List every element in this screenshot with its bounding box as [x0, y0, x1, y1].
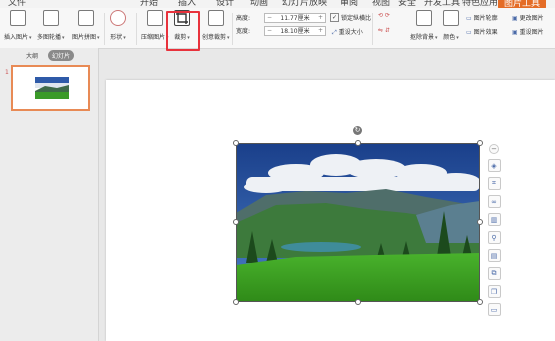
resize-handle-mr[interactable] — [477, 219, 483, 225]
outline-label: 图片轮廓 — [473, 15, 498, 22]
compress-button[interactable]: 压缩图片 — [141, 10, 169, 41]
effects-label: 图片效果 — [473, 29, 498, 36]
reset-image-label: 重设图片 — [519, 29, 544, 36]
image-collage-label: 图片拼图 — [72, 32, 100, 41]
layers-icon[interactable]: ◈ — [487, 159, 501, 172]
slide-thumbnail[interactable] — [11, 65, 90, 111]
remove-bg-button[interactable]: 抠除背景 — [410, 10, 438, 41]
comment-icon[interactable]: ▭ — [487, 303, 501, 316]
menu-picture-tools[interactable]: 图片工具 — [498, 0, 547, 8]
reset-image-icon: ▣ — [512, 29, 518, 36]
effects-icon: ▭ — [466, 29, 472, 36]
width-row: 宽度: −18.10厘米 + — [236, 25, 326, 36]
creative-crop-button[interactable]: 创意裁剪 — [202, 10, 230, 41]
duplicate-icon[interactable]: ❐ — [487, 285, 501, 298]
creative-crop-icon — [207, 10, 224, 26]
menu-view[interactable]: 视图 — [372, 0, 390, 8]
lock-ratio-label: 锁定纵横比 — [341, 15, 372, 22]
shape-label: 形状 — [110, 32, 126, 41]
height-value: 11.77厘米 — [280, 15, 310, 22]
reset-size-label: 重设大小 — [338, 29, 363, 36]
menu-bar: 文件 开始 插入 设计 动画 幻灯片放映 审阅 视图 安全 开发工具 特色应用 … — [0, 0, 555, 8]
menu-review[interactable]: 审阅 — [340, 0, 358, 8]
menu-security[interactable]: 安全 — [398, 0, 416, 8]
crop-highlight-box — [166, 11, 200, 51]
remove-bg-icon — [415, 10, 432, 26]
lock-ratio-checkbox[interactable]: ✓ 锁定纵横比 — [330, 13, 371, 22]
resize-handle-bc[interactable] — [355, 299, 361, 305]
menu-slideshow[interactable]: 幻灯片放映 — [282, 0, 327, 8]
width-value: 18.10厘米 — [280, 28, 310, 35]
change-image-button[interactable]: ▣ 更改图片 — [512, 13, 544, 22]
width-label: 宽度: — [236, 28, 251, 35]
effects-button[interactable]: ▭ 图片效果 — [466, 27, 498, 36]
reset-size-button[interactable]: ⤢ 重设大小 — [332, 27, 363, 37]
copy-icon[interactable]: ⧉ — [487, 267, 501, 280]
carousel-icon — [42, 10, 59, 26]
multi-image-button[interactable]: 多图轮播 — [37, 10, 65, 41]
collage-icon — [77, 10, 94, 26]
menu-insert[interactable]: 插入 — [178, 0, 196, 8]
image-frame-icon[interactable]: ▤ — [487, 249, 501, 262]
slide-photo[interactable] — [236, 143, 480, 302]
change-image-label: 更改图片 — [519, 15, 544, 22]
resize-handle-tc[interactable] — [355, 140, 361, 146]
color-label: 颜色 — [443, 32, 459, 41]
divider — [372, 13, 373, 45]
outline-icon: ▭ — [466, 15, 472, 22]
menu-devtools[interactable]: 开发工具 — [424, 0, 460, 8]
menu-file[interactable]: 文件 — [8, 0, 26, 8]
image-icon — [9, 10, 26, 26]
crop-tool-icon[interactable]: ⌗ — [487, 177, 501, 190]
creative-crop-label: 创意裁剪 — [202, 32, 230, 41]
rotate-handle-icon[interactable]: ↻ — [353, 126, 362, 135]
resize-handle-tr[interactable] — [477, 140, 483, 146]
reset-size-icon: ⤢ — [332, 29, 337, 36]
collapse-icon[interactable]: − — [489, 144, 499, 154]
insert-image-button[interactable]: 插入图片 — [4, 10, 32, 41]
zoom-icon[interactable]: ⚲ — [487, 231, 501, 244]
floating-toolbar: − ◈ ⌗ ∞ ▥ ⚲ ▤ ⧉ ❐ ▭ — [486, 144, 502, 316]
checkmark-icon: ✓ — [330, 13, 339, 22]
shape-icon — [110, 10, 126, 26]
change-image-icon: ▣ — [512, 15, 518, 22]
image-collage-button[interactable]: 图片拼图 — [72, 10, 100, 41]
menu-home[interactable]: 开始 — [140, 0, 158, 8]
height-row: 高度: −11.77厘米 + — [236, 12, 326, 23]
menu-design[interactable]: 设计 — [216, 0, 234, 8]
compress-icon — [146, 10, 163, 26]
flip-icons[interactable]: ⇋ ⇵ — [378, 27, 390, 34]
divider — [232, 13, 233, 45]
resize-handle-tl[interactable] — [233, 140, 239, 146]
insert-image-label: 插入图片 — [4, 32, 32, 41]
multi-image-label: 多图轮播 — [37, 32, 65, 41]
color-button[interactable]: 颜色 — [443, 10, 459, 41]
ribbon: 插入图片 多图轮播 图片拼图 形状 压缩图片 裁剪 创意裁剪 高度: −11.7… — [0, 8, 555, 51]
columns-icon[interactable]: ▥ — [487, 213, 501, 226]
slide-number: 1 — [5, 69, 9, 76]
link-icon[interactable]: ∞ — [487, 195, 501, 208]
menu-features[interactable]: 特色应用 — [462, 0, 498, 8]
tab-slides[interactable]: 幻灯片 — [48, 50, 75, 61]
tab-outline[interactable]: 大纲 — [22, 50, 42, 61]
menu-transition[interactable]: 动画 — [250, 0, 268, 8]
remove-bg-label: 抠除背景 — [410, 32, 438, 41]
divider — [136, 13, 137, 45]
height-field[interactable]: −11.77厘米 + — [264, 12, 326, 23]
resize-handle-br[interactable] — [477, 299, 483, 305]
shape-button[interactable]: 形状 — [110, 10, 126, 41]
reset-image-button[interactable]: ▣ 重设图片 — [512, 27, 544, 36]
resize-handle-bl[interactable] — [233, 299, 239, 305]
thumbnail-image — [35, 77, 69, 99]
height-label: 高度: — [236, 15, 251, 22]
compress-label: 压缩图片 — [141, 32, 169, 41]
slide-pane: 大纲 幻灯片 1 — [0, 48, 99, 341]
outline-button[interactable]: ▭ 图片轮廓 — [466, 13, 498, 22]
resize-handle-ml[interactable] — [233, 219, 239, 225]
pane-tabs: 大纲 幻灯片 — [22, 50, 75, 61]
rotate-icons[interactable]: ⟲ ⟳ — [378, 12, 390, 19]
width-field[interactable]: −18.10厘米 + — [264, 25, 326, 36]
divider — [104, 13, 105, 45]
color-icon — [443, 10, 459, 26]
